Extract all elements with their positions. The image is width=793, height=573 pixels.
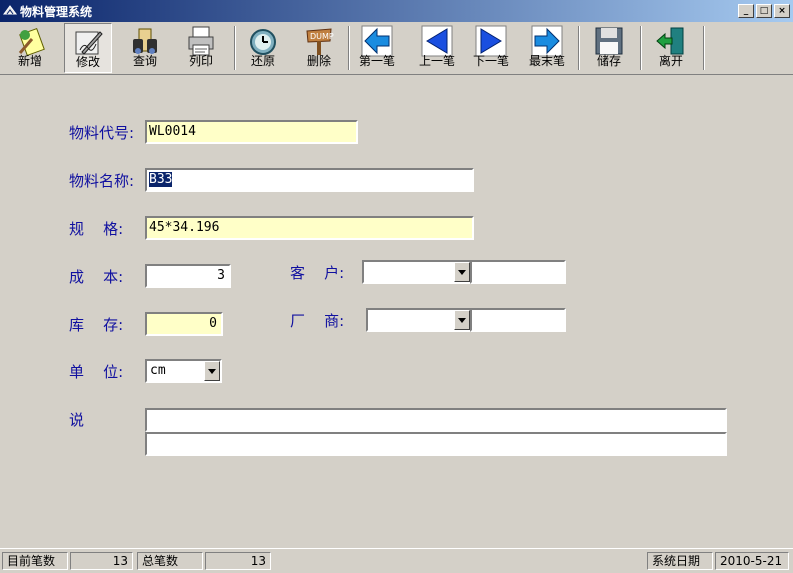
toolbar: 新增 修改 查询 列印 还原 DUMP 删除 第一笔 上一笔 下一笔 最末笔 储… (0, 22, 793, 75)
maximize-button[interactable]: □ (756, 4, 772, 18)
cost-field[interactable]: 3 (145, 264, 231, 288)
print-button[interactable]: 列印 (176, 23, 226, 71)
last-record-label: 最末笔 (528, 54, 565, 68)
stock-field[interactable]: 0 (145, 312, 223, 336)
prev-record-label: 上一笔 (418, 54, 455, 68)
customer-select[interactable] (362, 260, 472, 284)
new-label: 新增 (17, 54, 42, 68)
customer-label: 客 户: (290, 264, 345, 282)
name-label: 物料名称: (69, 172, 135, 190)
total-count-value: 13 (205, 552, 271, 570)
vendor-name-field[interactable] (470, 308, 566, 332)
name-field[interactable]: B33 (145, 168, 474, 192)
status-bar: 目前笔数 13 总笔数 13 系统日期 2010-5-21 (0, 548, 793, 573)
minimize-button[interactable]: _ (738, 4, 754, 18)
delete-label: 删除 (306, 54, 331, 68)
edit-label: 修改 (75, 55, 100, 69)
note-line1-field[interactable] (145, 408, 727, 432)
app-icon (3, 5, 17, 15)
first-record-label: 第一笔 (358, 54, 395, 68)
exit-label: 离开 (658, 54, 683, 68)
toolbar-separator (640, 26, 642, 70)
customer-dropdown-icon[interactable] (454, 262, 470, 282)
customer-name-field[interactable] (470, 260, 566, 284)
last-record-button[interactable]: 最末笔 (522, 23, 572, 71)
first-record-button[interactable]: 第一笔 (354, 23, 400, 71)
unit-label: 单 位: (69, 363, 124, 381)
title-bar: 物料管理系统 _ □ × (0, 0, 793, 22)
toolbar-separator (234, 26, 236, 70)
window-title: 物料管理系统 (20, 5, 93, 19)
save-label: 储存 (596, 54, 621, 68)
toolbar-separator (578, 26, 580, 70)
new-button[interactable]: 新增 (6, 23, 54, 71)
unit-select-value: cm (150, 363, 166, 378)
toolbar-separator (703, 26, 705, 70)
system-date-label: 系统日期 (647, 552, 713, 570)
stock-label: 库 存: (69, 316, 124, 334)
note-line2-field[interactable] (145, 432, 727, 456)
close-button[interactable]: × (774, 4, 790, 18)
spec-label: 规 格: (69, 220, 124, 238)
edit-button[interactable]: 修改 (64, 23, 112, 73)
unit-dropdown-icon[interactable] (204, 361, 220, 381)
delete-button[interactable]: DUMP 删除 (296, 23, 342, 71)
note-label: 说 (69, 411, 85, 429)
code-field[interactable]: WL0014 (145, 120, 358, 144)
search-button[interactable]: 查询 (120, 23, 170, 71)
search-label: 查询 (132, 54, 157, 68)
vendor-select[interactable] (366, 308, 472, 332)
unit-select[interactable]: cm (145, 359, 222, 383)
next-record-button[interactable]: 下一笔 (468, 23, 514, 71)
cost-label: 成 本: (69, 268, 124, 286)
svg-text:DUMP: DUMP (310, 32, 334, 41)
exit-button[interactable]: 离开 (648, 23, 694, 71)
vendor-dropdown-icon[interactable] (454, 310, 470, 330)
current-count-value: 13 (70, 552, 133, 570)
restore-button[interactable]: 还原 (240, 23, 286, 71)
print-label: 列印 (188, 54, 213, 68)
toolbar-separator (348, 26, 350, 70)
name-field-value: B33 (149, 172, 173, 187)
system-date-value: 2010-5-21 (715, 552, 789, 570)
prev-record-button[interactable]: 上一笔 (414, 23, 460, 71)
next-record-label: 下一笔 (472, 54, 509, 68)
material-form: 物料代号: WL0014 物料名称: B33 规 格: 45*34.196 成 … (0, 75, 793, 547)
spec-field[interactable]: 45*34.196 (145, 216, 474, 240)
save-button[interactable]: 储存 (586, 23, 632, 71)
code-label: 物料代号: (69, 124, 135, 142)
vendor-label: 厂 商: (290, 312, 345, 330)
total-count-label: 总笔数 (137, 552, 203, 570)
current-count-label: 目前笔数 (2, 552, 68, 570)
restore-label: 还原 (250, 54, 275, 68)
